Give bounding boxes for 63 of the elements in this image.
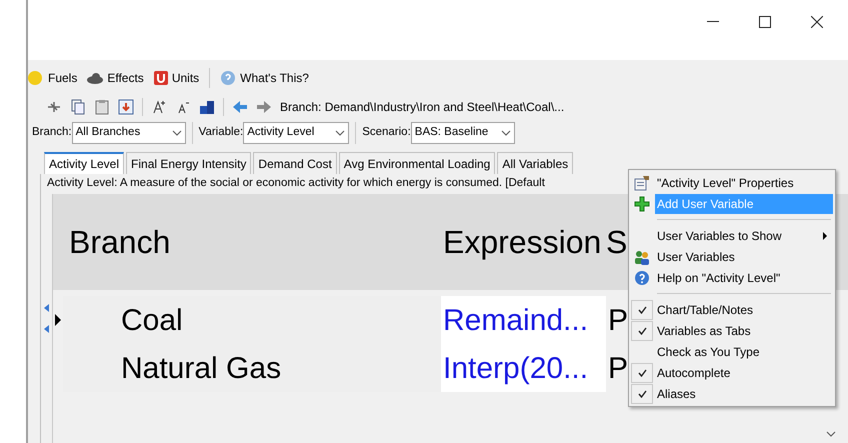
table-cell[interactable]: Remaind... [441, 296, 606, 344]
checkmark-icon [638, 326, 646, 334]
scroll-arrow-icon[interactable] [44, 304, 50, 312]
checkmark-icon [638, 390, 646, 398]
menu-item[interactable]: What's This? [220, 69, 309, 87]
column-header[interactable]: Expression [441, 218, 604, 266]
back-arrow-icon[interactable] [232, 99, 248, 115]
units-icon [154, 71, 168, 85]
filter-label: Scenario: [362, 125, 411, 140]
import-icon[interactable] [118, 99, 134, 115]
dropdown-field[interactable]: All Branches [72, 122, 186, 144]
chevron-down-icon [335, 130, 346, 136]
chevron-down-icon [172, 130, 182, 136]
submenu-arrow-icon [823, 232, 827, 240]
sun-icon [28, 70, 44, 86]
help-icon [634, 270, 650, 286]
checkmark-icon [638, 306, 646, 314]
close-icon [811, 16, 823, 28]
font-larger-icon[interactable] [151, 99, 167, 115]
breadcrumb-text: Branch: Demand\Industry\Iron and Steel\Heat\Coal\... [280, 99, 564, 116]
column-header[interactable]: S [604, 218, 628, 266]
menu-item[interactable]: Chart/Table/Notes [655, 300, 833, 320]
cloud-icon [87, 72, 104, 84]
menu-item[interactable]: Variables as Tabs [655, 320, 833, 340]
copy-icon[interactable] [70, 99, 86, 115]
menu-item[interactable]: User Variables [655, 246, 833, 266]
column-header[interactable]: Branch [53, 218, 441, 266]
menu-item[interactable]: Fuels [28, 69, 78, 87]
scroll-down-icon[interactable] [826, 431, 836, 437]
scroll-arrow-icon[interactable] [44, 325, 50, 333]
plus-icon [634, 196, 650, 212]
table-cell-text: P [607, 302, 628, 338]
tab[interactable]: Final Energy Intensity [126, 152, 252, 174]
users-icon [634, 248, 650, 264]
maximize-icon [759, 16, 771, 28]
checkmark-icon [638, 368, 646, 376]
tab[interactable]: All Variables [497, 152, 574, 174]
menu-item[interactable]: Check as You Type [655, 342, 833, 362]
filter-label: Branch: [32, 125, 72, 140]
tab[interactable]: Avg Environmental Loading [338, 152, 496, 174]
table-cell[interactable]: Interp(20... [441, 344, 606, 392]
sort-icon[interactable] [199, 99, 215, 115]
properties-icon [634, 174, 650, 190]
help-icon [220, 70, 236, 86]
minimize-icon [707, 21, 719, 23]
dropdown-field[interactable]: Activity Level [243, 122, 350, 144]
menu-item[interactable]: Units [154, 69, 200, 87]
tab[interactable]: Activity Level [44, 152, 124, 174]
menu-item[interactable]: Autocomplete [655, 362, 833, 382]
menu-item[interactable]: Aliases [655, 384, 833, 404]
chevron-down-icon [500, 130, 511, 136]
tab[interactable]: Demand Cost [253, 152, 337, 174]
menu-item[interactable]: Help on "Activity Level" [655, 268, 833, 288]
description-text: Activity Level: A measure of the social or economic activity for which energy is consumed. [Default [47, 176, 545, 192]
filter-label: Variable: [198, 125, 244, 140]
menu-item[interactable]: User Variables to Show [655, 226, 833, 246]
menu-item[interactable]: Effects [87, 69, 144, 87]
paste-icon[interactable] [94, 99, 110, 115]
forward-arrow-icon[interactable] [256, 99, 272, 115]
row-indicator-icon [55, 314, 61, 326]
dropdown-field[interactable]: BAS: Baseline [410, 122, 515, 144]
menu-item[interactable]: "Activity Level" Properties [655, 172, 833, 192]
table-cell-text: P [607, 350, 628, 386]
